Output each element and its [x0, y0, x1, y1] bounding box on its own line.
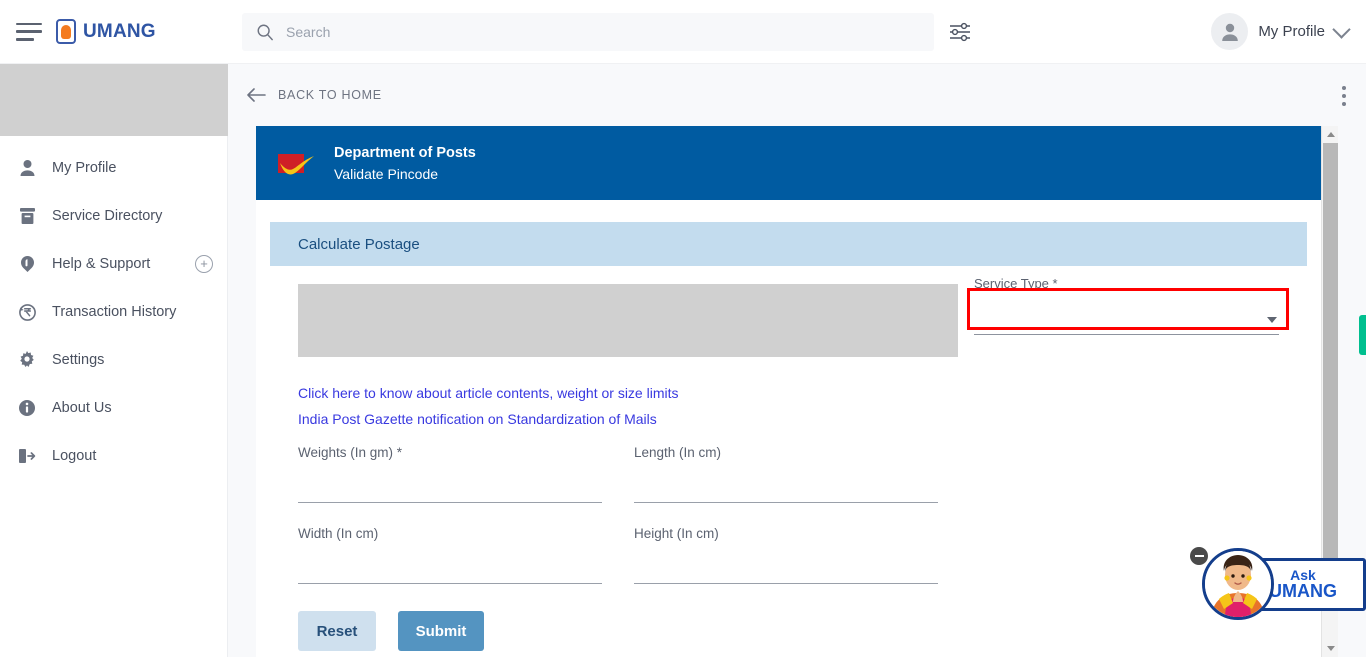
- length-field: Length (In cm): [634, 445, 970, 504]
- avatar: [1211, 13, 1249, 50]
- info-icon: [14, 399, 40, 417]
- hamburger-menu-icon[interactable]: [16, 22, 42, 41]
- sidebar-item-transaction-history[interactable]: Transaction History: [0, 288, 227, 336]
- person-icon: [14, 159, 40, 177]
- sidebar-item-logout[interactable]: Logout: [0, 432, 227, 480]
- profile-menu[interactable]: My Profile: [1211, 13, 1351, 50]
- service-type-label: Service Type *: [974, 276, 1058, 291]
- assistant-avatar-icon: [1202, 548, 1274, 620]
- width-input[interactable]: [298, 567, 602, 584]
- sidebar-item-label: My Profile: [52, 160, 117, 176]
- height-field: Height (In cm): [634, 526, 970, 585]
- back-bar: BACK TO HOME: [228, 64, 1366, 126]
- sidebar-item-service-directory[interactable]: Service Directory: [0, 192, 227, 240]
- reset-button[interactable]: Reset: [298, 611, 376, 651]
- calculate-postage-panel: Calculate Postage Service Type * Click h…: [256, 200, 1321, 657]
- sidebar-item-my-profile[interactable]: My Profile: [0, 144, 227, 192]
- sidebar-item-label: Help & Support: [52, 256, 151, 272]
- left-placeholder-block: [298, 284, 958, 357]
- search-input[interactable]: [286, 24, 934, 40]
- weight-label: Weights (In gm) *: [298, 445, 403, 460]
- scrollbar-thumb[interactable]: [1323, 143, 1338, 598]
- dropdown-caret-icon[interactable]: [1267, 317, 1277, 323]
- umang-logo-icon: [56, 19, 76, 44]
- weight-field: Weights (In gm) *: [298, 445, 634, 504]
- height-input[interactable]: [634, 567, 938, 584]
- page-root: UMANG My Profile: [0, 0, 1366, 657]
- india-post-logo-icon: [274, 148, 316, 178]
- width-field: Width (In cm): [298, 526, 634, 585]
- sidebar-nav: My Profile Service Directory Help & Supp…: [0, 136, 227, 480]
- department-name: Department of Posts: [334, 144, 476, 161]
- user-avatar-icon: [1222, 23, 1238, 41]
- back-to-home-link[interactable]: BACK TO HOME: [278, 88, 382, 102]
- info-links: Click here to know about article content…: [298, 385, 1279, 427]
- department-header: Department of Posts Validate Pincode: [256, 126, 1321, 200]
- sidebar-item-label: Settings: [52, 352, 105, 368]
- expand-help-support-button[interactable]: +: [195, 255, 213, 273]
- top-header-bar: UMANG My Profile: [0, 0, 1366, 64]
- measurement-fields: Weights (In gm) * Length (In cm) Width (…: [298, 445, 1279, 607]
- form-actions: Reset Submit: [298, 611, 1279, 657]
- search-bar[interactable]: [242, 13, 934, 51]
- chevron-down-icon[interactable]: [1332, 19, 1351, 39]
- search-icon: [257, 24, 273, 41]
- sidebar-item-help-support[interactable]: Help & Support +: [0, 240, 227, 288]
- article-limits-link[interactable]: Click here to know about article content…: [298, 385, 1279, 401]
- service-type-select[interactable]: [974, 311, 1279, 335]
- height-label: Height (In cm): [634, 526, 719, 541]
- panel-body: Service Type * Click here to know about …: [270, 266, 1307, 657]
- ask-umang-line1: Ask: [1290, 566, 1316, 583]
- gear-icon: [14, 351, 40, 369]
- submit-button[interactable]: Submit: [398, 611, 484, 651]
- archive-box-icon: [14, 207, 40, 225]
- feedback-tab[interactable]: [1359, 315, 1366, 355]
- service-document-frame: Department of Posts Validate Pincode Cal…: [256, 126, 1338, 657]
- support-hand-icon: [14, 255, 40, 273]
- weight-input[interactable]: [298, 486, 602, 503]
- sidebar-item-label: Transaction History: [52, 304, 177, 320]
- sidebar-item-label: Logout: [52, 448, 97, 464]
- umang-brand-logo[interactable]: UMANG: [56, 19, 156, 44]
- filter-sliders-icon[interactable]: [948, 22, 972, 42]
- rupee-history-icon: [14, 303, 40, 322]
- logout-icon: [14, 447, 40, 465]
- page-title: Validate Pincode: [334, 165, 439, 182]
- service-type-field: Service Type *: [974, 276, 1279, 335]
- minimize-icon[interactable]: [1190, 547, 1208, 565]
- arrow-left-icon[interactable]: [246, 87, 266, 103]
- width-label: Width (In cm): [298, 526, 379, 541]
- sidebar-item-settings[interactable]: Settings: [0, 336, 227, 384]
- ask-umang-widget[interactable]: Ask UMANG: [1190, 545, 1366, 625]
- sidebar: My Profile Service Directory Help & Supp…: [0, 64, 228, 657]
- sidebar-item-label: Service Directory: [52, 208, 163, 224]
- scroll-down-arrow-icon[interactable]: [1322, 640, 1338, 657]
- length-input[interactable]: [634, 486, 938, 503]
- scroll-up-arrow-icon[interactable]: [1322, 126, 1338, 143]
- panel-title: Calculate Postage: [270, 222, 1307, 266]
- sidebar-item-about-us[interactable]: About Us: [0, 384, 227, 432]
- sidebar-item-label: About Us: [52, 400, 112, 416]
- brand-name: UMANG: [83, 20, 156, 42]
- gazette-notification-link[interactable]: India Post Gazette notification on Stand…: [298, 411, 1279, 427]
- length-label: Length (In cm): [634, 445, 722, 460]
- profile-name: My Profile: [1258, 23, 1325, 40]
- more-vertical-icon[interactable]: [1342, 86, 1346, 106]
- sidebar-placeholder-block: [0, 64, 228, 136]
- ask-umang-line2: UMANG: [1269, 581, 1337, 602]
